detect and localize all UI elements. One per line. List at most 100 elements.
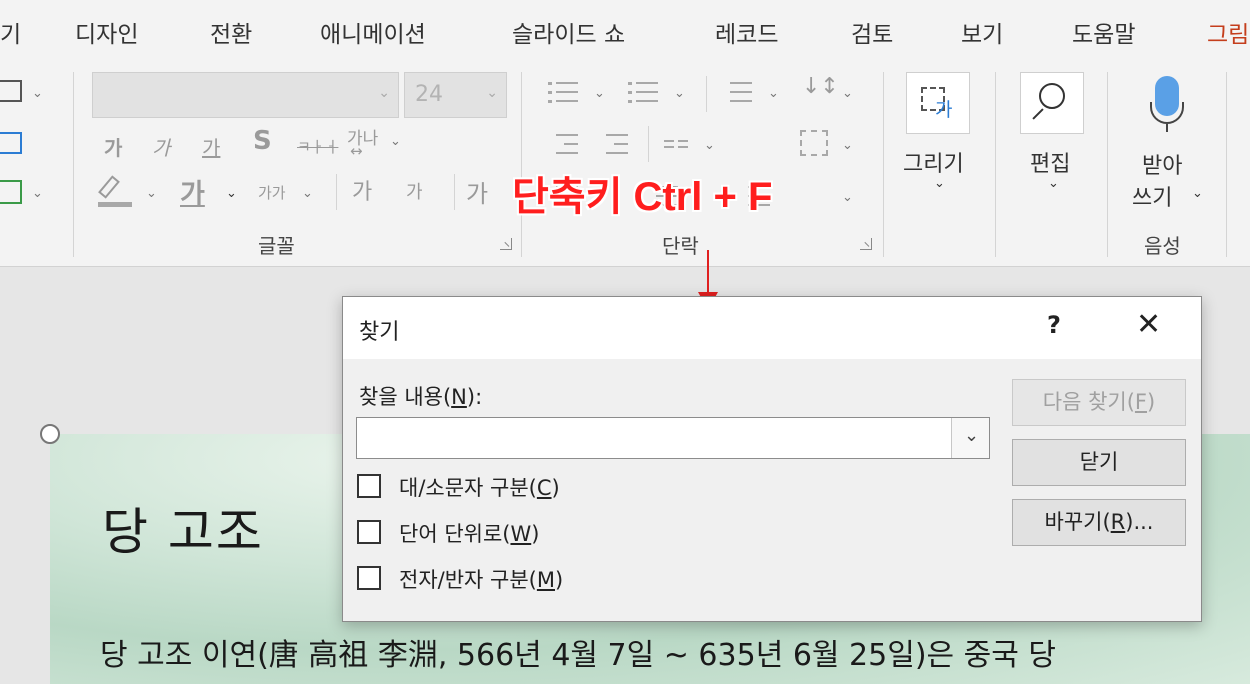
chevron-down-icon: ⌄	[964, 425, 980, 446]
search-icon-handle	[1032, 108, 1044, 120]
section-icon[interactable]	[0, 180, 22, 204]
underline-button[interactable]: 가	[202, 132, 220, 161]
ribbon-tab[interactable]: 그림	[1207, 15, 1249, 49]
group-separator	[883, 72, 884, 257]
option-label: 단어 단위로(W)	[399, 522, 540, 546]
paragraph-group-label: 단락	[662, 234, 699, 258]
separator	[706, 76, 707, 112]
voice-group-label: 음성	[1144, 234, 1181, 258]
dictate-label-line2[interactable]: 쓰기	[1132, 180, 1172, 212]
chevron-down-icon: ⌄	[486, 85, 498, 101]
separator	[648, 126, 649, 162]
group-separator	[1226, 72, 1227, 257]
chevron-down-icon[interactable]: ⌄	[1192, 186, 1203, 201]
align-text-icon[interactable]	[800, 130, 828, 156]
ribbon-tab[interactable]: 디자인	[75, 15, 138, 49]
find-what-input[interactable]: ⌄	[356, 417, 990, 459]
separator	[454, 174, 455, 210]
chevron-down-icon[interactable]: ⌄	[1048, 176, 1059, 191]
ribbon-tab[interactable]: 기	[0, 15, 21, 49]
ribbon-tab[interactable]: 도움말	[1072, 15, 1135, 49]
draw-button[interactable]: 가	[906, 72, 970, 134]
columns-icon[interactable]	[664, 132, 696, 158]
option-label: 전자/반자 구분(M)	[399, 568, 564, 592]
hangul-ga-icon: 가	[935, 99, 953, 121]
line-spacing-icon[interactable]	[722, 80, 754, 106]
font-dialog-launcher-icon[interactable]	[500, 238, 512, 250]
chevron-down-icon[interactable]: ⌄	[704, 138, 715, 153]
chevron-down-icon[interactable]: ⌄	[302, 186, 313, 201]
option-label: 대/소문자 구분(C)	[399, 476, 560, 500]
increase-indent-icon[interactable]	[598, 132, 630, 158]
find-dialog: 찾기 ? ✕ 찾을 내용(N): ⌄ 대/소문자 구분(C) 단어 단위로(W) 전…	[342, 296, 1202, 622]
italic-button[interactable]: 가	[152, 132, 170, 161]
replace-button[interactable]: 바꾸기(R)...	[1012, 499, 1186, 546]
chevron-down-icon[interactable]: ⌄	[594, 86, 605, 101]
group-separator	[73, 72, 74, 257]
dialog-title: 찾기	[359, 320, 400, 345]
spacing-arrows-icon: ↔	[350, 142, 363, 160]
chevron-down-icon[interactable]: ⌄	[768, 86, 779, 101]
font-size-value: 24	[415, 82, 443, 107]
chevron-down-icon[interactable]: ⌄	[842, 86, 853, 101]
font-group-label: 글꼴	[258, 234, 295, 258]
chevron-down-icon[interactable]: ⌄	[146, 186, 157, 201]
draw-label[interactable]: 그리기	[903, 146, 964, 178]
font-name-combo[interactable]: ⌄	[92, 72, 399, 118]
checkbox[interactable]	[357, 474, 381, 498]
dictate-label-line1[interactable]: 받아	[1142, 148, 1182, 180]
dialog-title-bar[interactable]: 찾기 ? ✕	[343, 297, 1201, 359]
find-what-label: 찾을 내용(N):	[359, 385, 483, 409]
chevron-down-icon[interactable]: ⌄	[842, 190, 853, 205]
paragraph-dialog-launcher-icon[interactable]	[860, 238, 872, 250]
find-history-dropdown[interactable]: ⌄	[951, 418, 989, 458]
layout-icon[interactable]	[0, 80, 22, 102]
ribbon-tab[interactable]: 보기	[961, 15, 1003, 49]
chevron-down-icon[interactable]: ⌄	[226, 186, 237, 201]
group-separator	[995, 72, 996, 257]
close-icon[interactable]: ✕	[1136, 310, 1161, 340]
close-button[interactable]: 닫기	[1012, 439, 1186, 486]
font-size-combo[interactable]: 24 ⌄	[404, 72, 507, 118]
strikethrough-button[interactable]: ㅋㅏㅓ	[297, 136, 338, 157]
chevron-down-icon[interactable]: ⌄	[32, 86, 43, 101]
chevron-down-icon[interactable]: ⌄	[390, 134, 401, 149]
ribbon-tab[interactable]: 전환	[210, 15, 252, 49]
ribbon-tab-bar: 기 디자인 전환 애니메이션 슬라이드 쇼 레코드 검토 보기 도움말 그림	[0, 0, 1250, 62]
chevron-down-icon[interactable]: ⌄	[842, 138, 853, 153]
decrease-indent-icon[interactable]	[548, 132, 580, 158]
help-button[interactable]: ?	[1047, 311, 1061, 339]
chevron-down-icon[interactable]: ⌄	[32, 186, 43, 201]
shrink-font-button[interactable]: 가	[406, 178, 423, 204]
highlight-pen-icon[interactable]	[98, 175, 132, 207]
search-icon	[1039, 83, 1065, 109]
bold-button[interactable]: 가	[104, 132, 122, 161]
font-color-button[interactable]: 가	[180, 172, 205, 211]
text-shadow-button[interactable]: S	[253, 126, 272, 156]
ribbon-tab[interactable]: 검토	[851, 15, 893, 49]
checkbox[interactable]	[357, 566, 381, 590]
ribbon-tab[interactable]: 애니메이션	[320, 15, 426, 49]
edit-label[interactable]: 편집	[1030, 146, 1070, 178]
edit-button[interactable]	[1020, 72, 1084, 134]
rotation-handle[interactable]	[40, 424, 60, 444]
slide-body-line[interactable]: 당 고조 이연(唐 高祖 李淵, 566년 4월 7일 ~ 635년 6월 25…	[100, 630, 1056, 674]
chevron-down-icon[interactable]: ⌄	[674, 86, 685, 101]
ribbon-tab[interactable]: 레코드	[715, 15, 778, 49]
slide-title[interactable]: 당 고조	[102, 492, 264, 564]
checkbox[interactable]	[357, 520, 381, 544]
separator	[336, 174, 337, 210]
find-next-button[interactable]: 다음 찾기(F)	[1012, 379, 1186, 426]
microphone-icon[interactable]	[1150, 76, 1184, 132]
chevron-down-icon: ⌄	[378, 85, 390, 101]
change-case-button[interactable]: 가가	[258, 182, 286, 203]
grow-font-button[interactable]: 가	[352, 174, 372, 206]
clear-format-button[interactable]: 가	[466, 174, 488, 209]
chevron-down-icon[interactable]: ⌄	[934, 176, 945, 191]
ribbon-tab[interactable]: 슬라이드 쇼	[512, 15, 625, 49]
reset-icon[interactable]	[0, 132, 22, 154]
text-direction-icon[interactable]: ↓↕	[802, 74, 839, 99]
bullets-icon[interactable]	[548, 80, 580, 106]
annotation-arrow	[707, 250, 709, 298]
numbering-icon[interactable]	[628, 80, 660, 106]
